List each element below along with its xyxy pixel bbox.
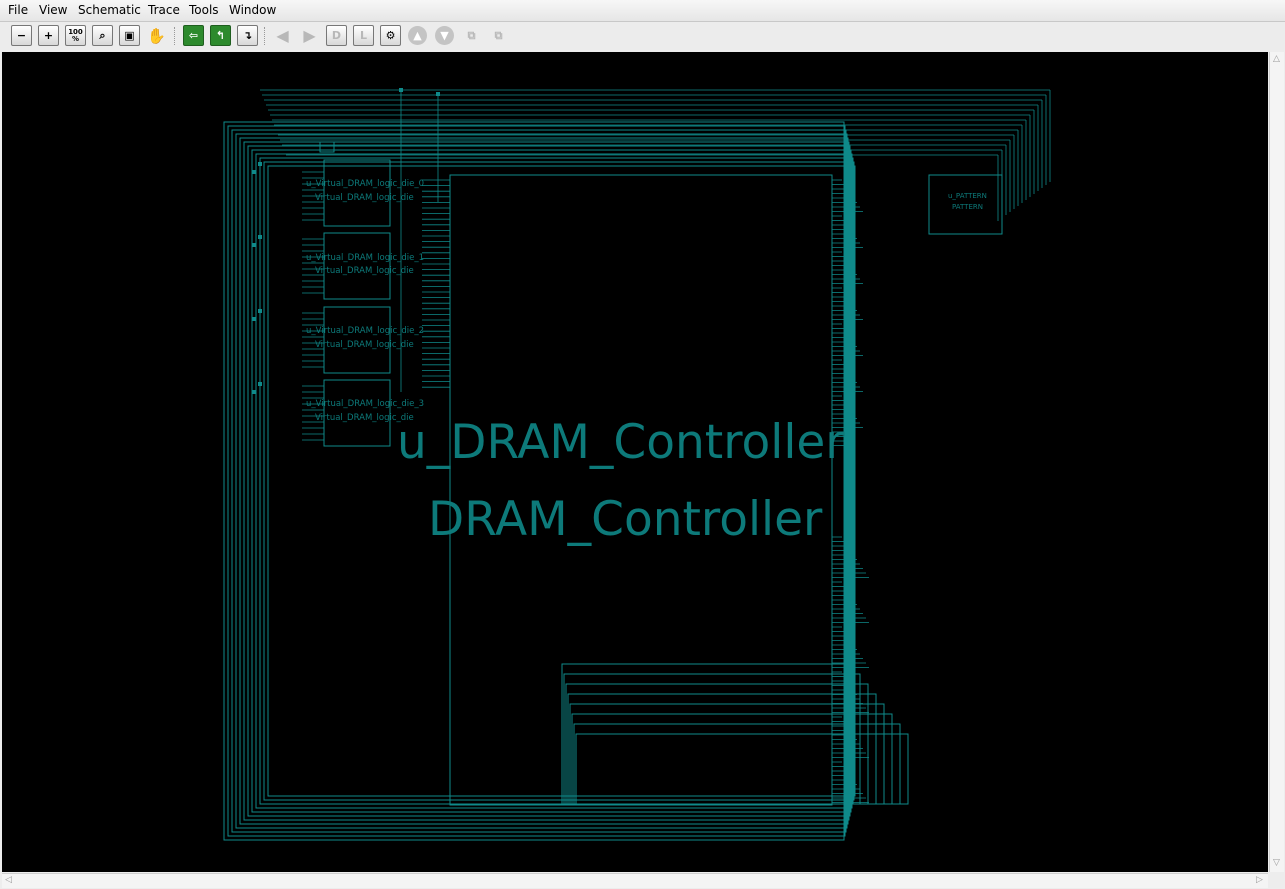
trace-back-icon[interactable]: ⇦ [183,25,204,46]
vertical-scrollbar[interactable]: △ ▽ [1269,52,1284,872]
zoom-area-icon[interactable]: ▣ [119,25,140,46]
scroll-left-icon[interactable]: ◁ [5,875,12,885]
toolbar: − + 100 % ⌕ ▣ ✋ ⇦ ↰ ↴ ◀ ▶ D L ⚙ ▲ ▼ ⧉ ⧉ [0,22,1285,50]
pop-down-icon[interactable]: ▼ [435,26,454,45]
controller-instance-label: u_DRAM_Controller [397,415,845,470]
menu-schematic[interactable]: Schematic [78,3,141,17]
back-arrow-icon[interactable]: ◀ [272,25,293,46]
trace-up-icon[interactable]: ↰ [210,25,231,46]
collapse-icon[interactable]: ⧉ [488,25,509,46]
logic-die-2-instance: u_Virtual_DRAM_logic_die_2 [306,326,425,336]
pattern-instance: u_PATTERN [948,192,987,200]
logic-die-0-instance: u_Virtual_DRAM_logic_die_0 [306,179,425,189]
pattern-module: PATTERN [952,203,983,211]
scroll-down-icon[interactable]: ▽ [1273,858,1280,868]
menu-view[interactable]: View [39,3,67,17]
prev-load-icon[interactable]: L [353,25,374,46]
menu-bar: File View Schematic Trace Tools Window [0,0,1285,22]
show-connectivity-icon[interactable]: ⚙ [380,25,401,46]
schematic-canvas[interactable]: u_Virtual_DRAM_logic_die_0 Virtual_DRAM_… [2,52,1268,872]
zoom-100-icon[interactable]: 100 % [65,25,86,46]
logic-die-1-module: Virtual_DRAM_logic_die [315,266,414,276]
logic-die-2-module: Virtual_DRAM_logic_die [315,340,414,350]
push-up-icon[interactable]: ▲ [408,26,427,45]
trace-forward-icon[interactable]: ↴ [237,25,258,46]
forward-arrow-icon[interactable]: ▶ [299,25,320,46]
scroll-up-icon[interactable]: △ [1273,54,1280,64]
prev-driver-icon[interactable]: D [326,25,347,46]
logic-die-0-module: Virtual_DRAM_logic_die [315,193,414,203]
logic-die-3-instance: u_Virtual_DRAM_logic_die_3 [306,399,425,409]
menu-tools[interactable]: Tools [189,3,219,17]
menu-window[interactable]: Window [229,3,276,17]
horizontal-scrollbar[interactable]: ◁ ▷ [2,873,1268,888]
zoom-out-icon[interactable]: − [11,25,32,46]
menu-file[interactable]: File [8,3,28,17]
zoom-in-icon[interactable]: + [38,25,59,46]
expand-icon[interactable]: ⧉ [461,25,482,46]
logic-die-1-instance: u_Virtual_DRAM_logic_die_1 [306,253,425,263]
menu-trace[interactable]: Trace [148,3,180,17]
scroll-right-icon[interactable]: ▷ [1256,875,1263,885]
zoom-fit-icon[interactable]: ⌕ [92,25,113,46]
controller-module-label: DRAM_Controller [428,492,823,547]
pan-hand-icon[interactable]: ✋ [146,25,167,46]
